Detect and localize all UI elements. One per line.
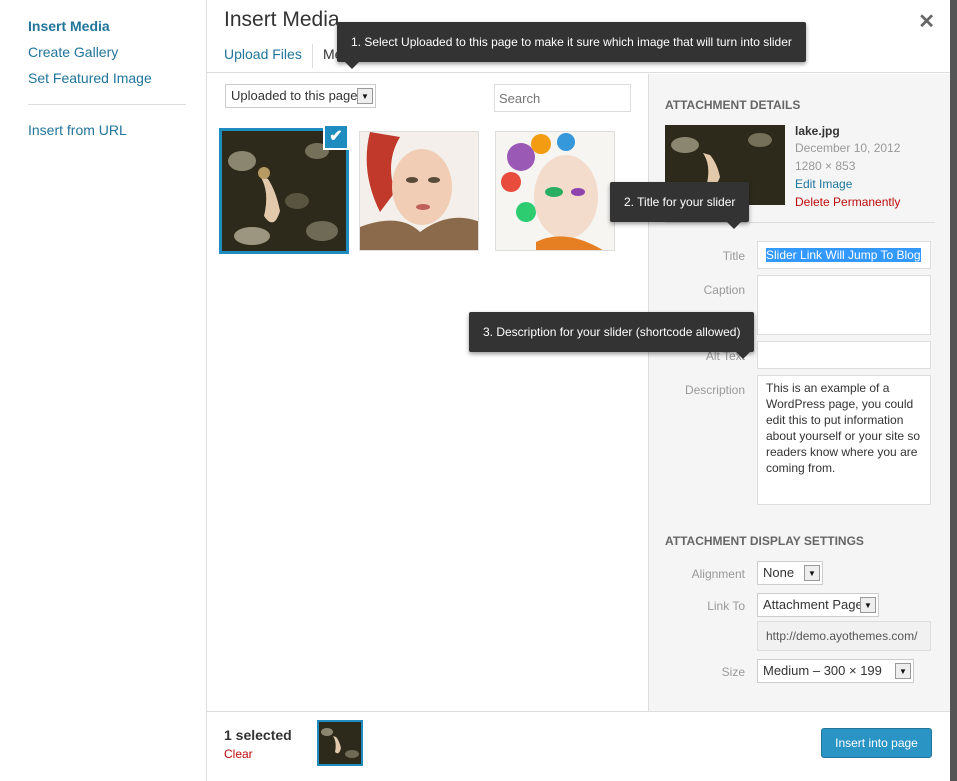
description-label: Description — [684, 383, 745, 397]
caption-textarea[interactable] — [757, 275, 931, 335]
chevron-down-icon: ▼ — [860, 597, 876, 613]
menu-item-insert-media[interactable]: Insert Media — [28, 18, 110, 34]
media-toolbar: 1 selected Clear Insert into page — [207, 711, 950, 781]
selection-thumbnail[interactable] — [317, 720, 363, 766]
link-to-select-value: Attachment Page — [763, 597, 863, 612]
title-label: Title — [722, 249, 745, 263]
menu-separator — [28, 104, 186, 105]
tooltip-step-3: 3. Description for your slider (shortcod… — [469, 312, 755, 359]
alignment-select[interactable]: None ▼ — [757, 561, 823, 585]
alt-text-input[interactable] — [757, 341, 931, 369]
portrait-flowers-thumbnail-image — [496, 132, 614, 250]
tab-upload-files[interactable]: Upload Files — [224, 46, 302, 62]
attachment-details-sidebar: Attachment Details lake.jpg December 10,… — [648, 74, 950, 711]
clear-selection-link[interactable]: Clear — [224, 747, 253, 761]
title-input-value: Slider Link Will Jump To Blog — [766, 248, 921, 262]
media-menu: Insert Media Create Gallery Set Featured… — [0, 0, 207, 781]
selection-count: 1 selected — [224, 727, 292, 743]
insert-into-page-button[interactable]: Insert into page — [821, 728, 932, 758]
link-to-select[interactable]: Attachment Page ▼ — [757, 593, 879, 617]
caption-label: Caption — [703, 283, 745, 297]
link-url-field[interactable]: http://demo.ayothemes.com/ — [757, 621, 931, 651]
edit-image-link[interactable]: Edit Image — [795, 177, 852, 191]
title-input[interactable]: Slider Link Will Jump To Blog — [757, 241, 931, 269]
details-filename: lake.jpg — [795, 124, 840, 138]
tooltip-step-1: 1. Select Uploaded to this page to make … — [337, 22, 806, 69]
description-textarea[interactable]: This is an example of a WordPress page, … — [757, 375, 931, 505]
size-select[interactable]: Medium – 300 × 199 ▼ — [757, 659, 914, 683]
menu-item-insert-from-url[interactable]: Insert from URL — [28, 122, 127, 138]
details-date: December 10, 2012 — [795, 141, 901, 155]
tab-divider — [312, 44, 313, 68]
alignment-label: Alignment — [691, 567, 745, 581]
details-divider — [665, 222, 935, 223]
attachment-portrait-fur[interactable] — [359, 131, 479, 251]
chevron-down-icon: ▼ — [895, 663, 911, 679]
frame-title: Insert Media — [224, 8, 340, 31]
search-input[interactable] — [494, 84, 631, 112]
attachment-portrait-flowers[interactable] — [495, 131, 615, 251]
attachments-browser: Uploaded to this page ▼ ✔ — [207, 74, 648, 711]
tooltip-step-2: 2. Title for your slider — [610, 182, 750, 229]
display-settings-heading: Attachment Display Settings — [665, 534, 864, 548]
size-select-value: Medium – 300 × 199 — [763, 663, 882, 678]
chevron-down-icon: ▼ — [357, 88, 373, 104]
link-to-label: Link To — [707, 599, 745, 613]
size-label: Size — [721, 665, 745, 679]
close-icon[interactable]: ✕ — [918, 9, 935, 34]
delete-permanently-link[interactable]: Delete Permanently — [795, 195, 900, 209]
filter-select-value: Uploaded to this page — [231, 88, 358, 103]
details-dimensions: 1280 × 853 — [795, 159, 856, 173]
menu-item-set-featured-image[interactable]: Set Featured Image — [28, 70, 152, 86]
selected-check-icon[interactable]: ✔ — [323, 124, 349, 150]
media-frame: Insert Media ✕ Upload Files Media Librar… — [207, 0, 950, 781]
alignment-select-value: None — [763, 565, 795, 580]
portrait-fur-thumbnail-image — [360, 132, 478, 250]
attachment-details-heading: Attachment Details — [665, 98, 801, 112]
selection-thumbnail-image — [319, 722, 361, 764]
filter-select[interactable]: Uploaded to this page ▼ — [225, 84, 376, 108]
menu-item-create-gallery[interactable]: Create Gallery — [28, 44, 118, 60]
chevron-down-icon: ▼ — [804, 565, 820, 581]
